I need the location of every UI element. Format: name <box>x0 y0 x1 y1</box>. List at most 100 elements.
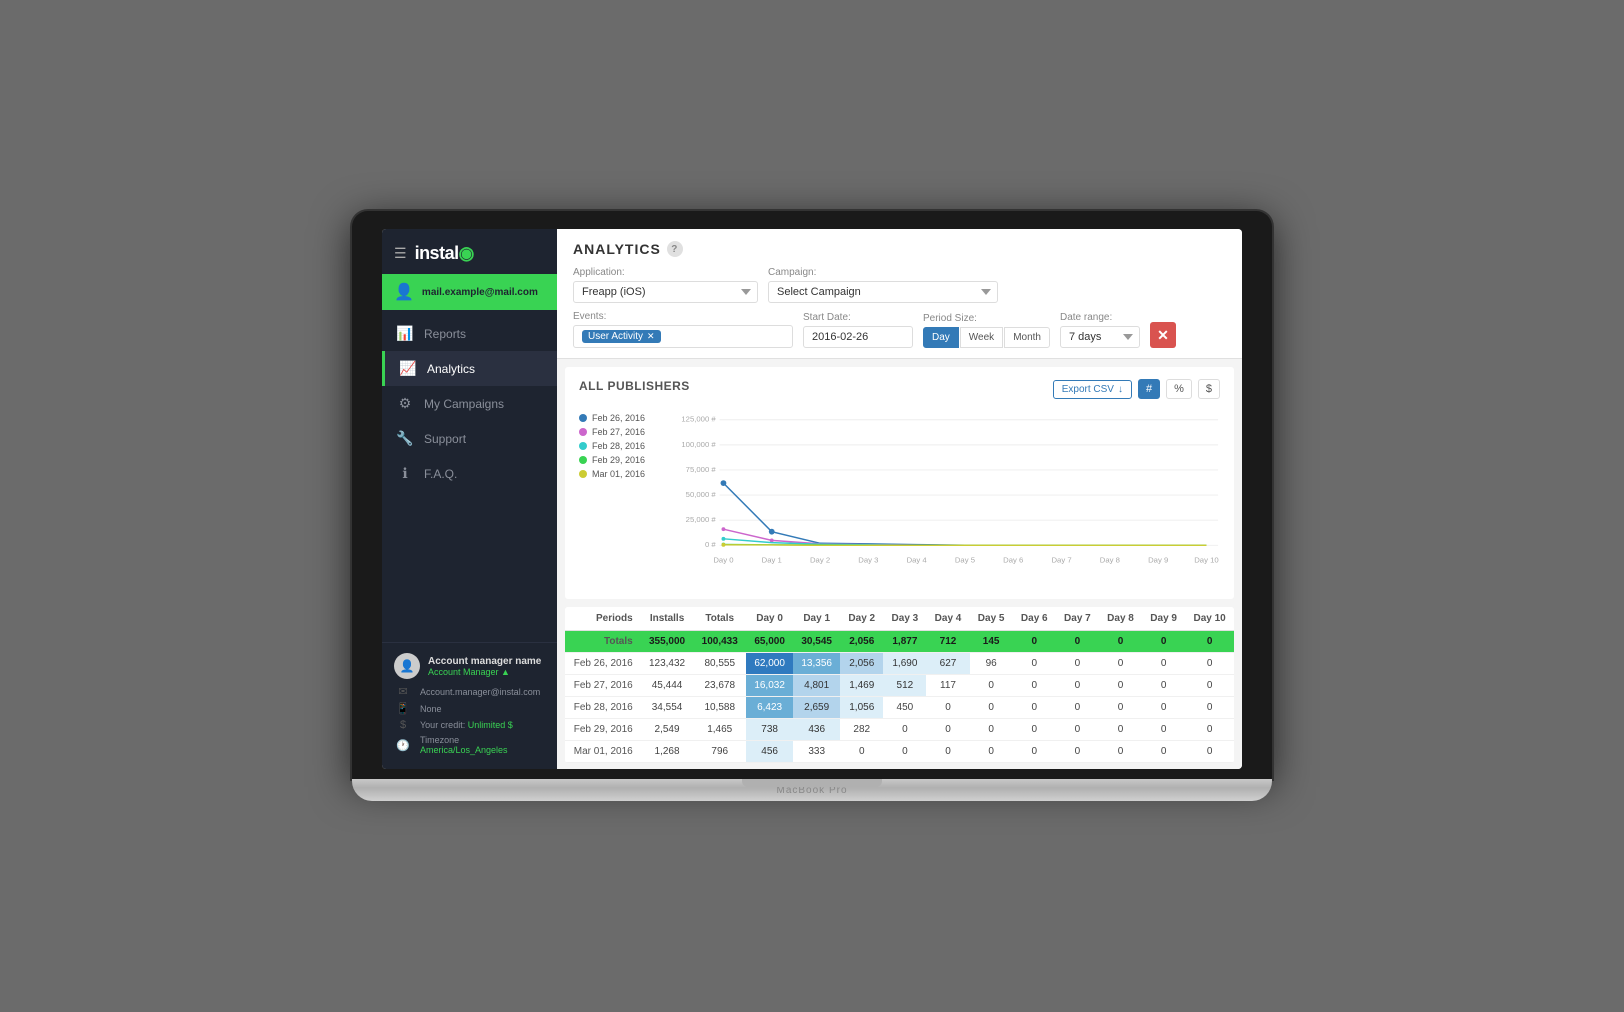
chart-body: Feb 26, 2016 Feb 27, 2016 Feb 28, 2016 <box>579 407 1220 587</box>
phone-icon: 📱 <box>394 702 412 715</box>
table-row: Feb 27, 201645,44423,67816,0324,8011,469… <box>565 675 1234 697</box>
legend-item-feb28: Feb 28, 2016 <box>579 441 669 451</box>
timezone-icon: 🕐 <box>394 739 412 752</box>
support-icon: 🔧 <box>396 430 414 447</box>
hamburger-icon[interactable]: ☰ <box>394 245 407 262</box>
totals-cell-0: Totals <box>565 631 641 653</box>
date-range-filter: Date range: 7 days <box>1060 312 1140 348</box>
start-date-label: Start Date: <box>803 312 913 323</box>
table-body: Totals355,000100,43365,00030,5452,0561,8… <box>565 631 1234 763</box>
account-manager-role: Account Manager ▲ <box>428 667 541 677</box>
col-day8: Day 8 <box>1099 607 1142 631</box>
date-range-select[interactable]: 7 days <box>1060 326 1140 348</box>
svg-text:50,000 #: 50,000 # <box>686 490 717 499</box>
col-day1: Day 1 <box>793 607 840 631</box>
table-row: Feb 28, 201634,55410,5886,4232,6591,0564… <box>565 697 1234 719</box>
totals-cell-12: 0 <box>1142 631 1185 653</box>
period-month-button[interactable]: Month <box>1004 327 1050 348</box>
sidebar-item-campaigns[interactable]: ⚙ My Campaigns <box>382 386 557 421</box>
sidebar-item-label: Support <box>424 432 466 446</box>
page-title: ANALYTICS ? <box>573 241 1226 257</box>
legend-dot-feb26 <box>579 414 587 422</box>
col-day10: Day 10 <box>1185 607 1234 631</box>
sidebar-item-label: My Campaigns <box>424 397 504 411</box>
col-day2: Day 2 <box>840 607 883 631</box>
totals-cell-5: 2,056 <box>840 631 883 653</box>
svg-text:Day 1: Day 1 <box>762 556 782 565</box>
export-csv-button[interactable]: Export CSV ↓ <box>1053 380 1132 399</box>
svg-text:Day 2: Day 2 <box>810 556 830 565</box>
sidebar-item-reports[interactable]: 📊 Reports <box>382 316 557 351</box>
period-buttons: Day Week Month <box>923 327 1050 348</box>
legend-item-feb27: Feb 27, 2016 <box>579 427 669 437</box>
period-week-button[interactable]: Week <box>960 327 1003 348</box>
footer-email: Account.manager@instal.com <box>420 687 540 697</box>
filters-row-1: Application: Freapp (iOS) Campaign: Sele… <box>573 267 1226 303</box>
application-filter: Application: Freapp (iOS) <box>573 267 758 303</box>
campaign-select[interactable]: Select Campaign <box>768 281 998 303</box>
view-percent-button[interactable]: % <box>1166 379 1192 399</box>
svg-text:0 #: 0 # <box>705 540 716 549</box>
campaign-filter: Campaign: Select Campaign <box>768 267 998 303</box>
footer-timezone-row: 🕐 Timezone America/Los_Angeles <box>394 735 545 755</box>
totals-cell-6: 1,877 <box>883 631 926 653</box>
clear-button[interactable]: ✕ <box>1150 322 1176 348</box>
sidebar-item-label: Analytics <box>427 362 475 376</box>
svg-text:Day 6: Day 6 <box>1003 556 1023 565</box>
view-dollar-button[interactable]: $ <box>1198 379 1220 399</box>
sidebar-item-analytics[interactable]: 📈 Analytics <box>382 351 557 386</box>
totals-cell-9: 0 <box>1013 631 1056 653</box>
start-date-input[interactable] <box>803 326 913 348</box>
col-periods: Periods <box>565 607 641 631</box>
legend-dot-feb27 <box>579 428 587 436</box>
table-totals-row: Totals355,000100,43365,00030,5452,0561,8… <box>565 631 1234 653</box>
events-input[interactable]: User Activity ✕ <box>573 325 793 348</box>
sidebar-item-faq[interactable]: ℹ F.A.Q. <box>382 456 557 491</box>
sidebar-footer: 👤 Account manager name Account Manager ▲… <box>382 642 557 769</box>
legend-item-feb26: Feb 26, 2016 <box>579 413 669 423</box>
account-manager-name: Account manager name <box>428 656 541 667</box>
event-tag-remove[interactable]: ✕ <box>647 331 655 342</box>
svg-text:75,000 #: 75,000 # <box>686 465 717 474</box>
sidebar-item-support[interactable]: 🔧 Support <box>382 421 557 456</box>
svg-text:Day 4: Day 4 <box>907 556 928 565</box>
help-icon[interactable]: ? <box>667 241 683 257</box>
user-email: mail.example@mail.com <box>422 287 538 298</box>
svg-text:Day 8: Day 8 <box>1100 556 1120 565</box>
period-day-button[interactable]: Day <box>923 327 959 348</box>
col-day0: Day 0 <box>746 607 793 631</box>
events-filter: Events: User Activity ✕ <box>573 311 793 348</box>
footer-phone-row: 📱 None <box>394 702 545 715</box>
totals-cell-1: 355,000 <box>641 631 694 653</box>
application-select[interactable]: Freapp (iOS) <box>573 281 758 303</box>
application-label: Application: <box>573 267 758 278</box>
sidebar-header: ☰ instal◉ <box>382 229 557 274</box>
table-section: Periods Installs Totals Day 0 Day 1 Day … <box>565 607 1234 763</box>
svg-text:Day 10: Day 10 <box>1194 556 1218 565</box>
svg-text:Day 0: Day 0 <box>713 556 733 565</box>
footer-credit-row: $ Your credit: Unlimited $ <box>394 719 545 731</box>
credit-icon: $ <box>394 719 412 731</box>
svg-text:100,000 #: 100,000 # <box>681 440 716 449</box>
sidebar: ☰ instal◉ 👤 mail.example@mail.com 📊 Repo… <box>382 229 557 769</box>
totals-cell-11: 0 <box>1099 631 1142 653</box>
totals-cell-8: 145 <box>970 631 1013 653</box>
period-size-label: Period Size: <box>923 313 1050 324</box>
chart-canvas: 125,000 # 100,000 # 75,000 # 50,000 # 25… <box>679 407 1220 587</box>
date-range-label: Date range: <box>1060 312 1140 323</box>
faq-icon: ℹ <box>396 465 414 482</box>
totals-cell-2: 100,433 <box>693 631 746 653</box>
chart-title: ALL PUBLISHERS <box>579 379 690 393</box>
download-icon: ↓ <box>1118 384 1123 395</box>
col-day3: Day 3 <box>883 607 926 631</box>
sidebar-nav: 📊 Reports 📈 Analytics ⚙ My Campaigns 🔧 S… <box>382 310 557 642</box>
campaigns-icon: ⚙ <box>396 395 414 412</box>
screen: ☰ instal◉ 👤 mail.example@mail.com 📊 Repo… <box>382 229 1242 769</box>
footer-phone: None <box>420 704 442 714</box>
analytics-icon: 📈 <box>399 360 417 377</box>
view-hash-button[interactable]: # <box>1138 379 1160 399</box>
chart-actions: Export CSV ↓ # % $ <box>1053 379 1220 399</box>
chart-top: ALL PUBLISHERS Export CSV ↓ # % $ <box>579 379 1220 399</box>
totals-cell-3: 65,000 <box>746 631 793 653</box>
screen-bezel: ☰ instal◉ 👤 mail.example@mail.com 📊 Repo… <box>352 211 1272 779</box>
